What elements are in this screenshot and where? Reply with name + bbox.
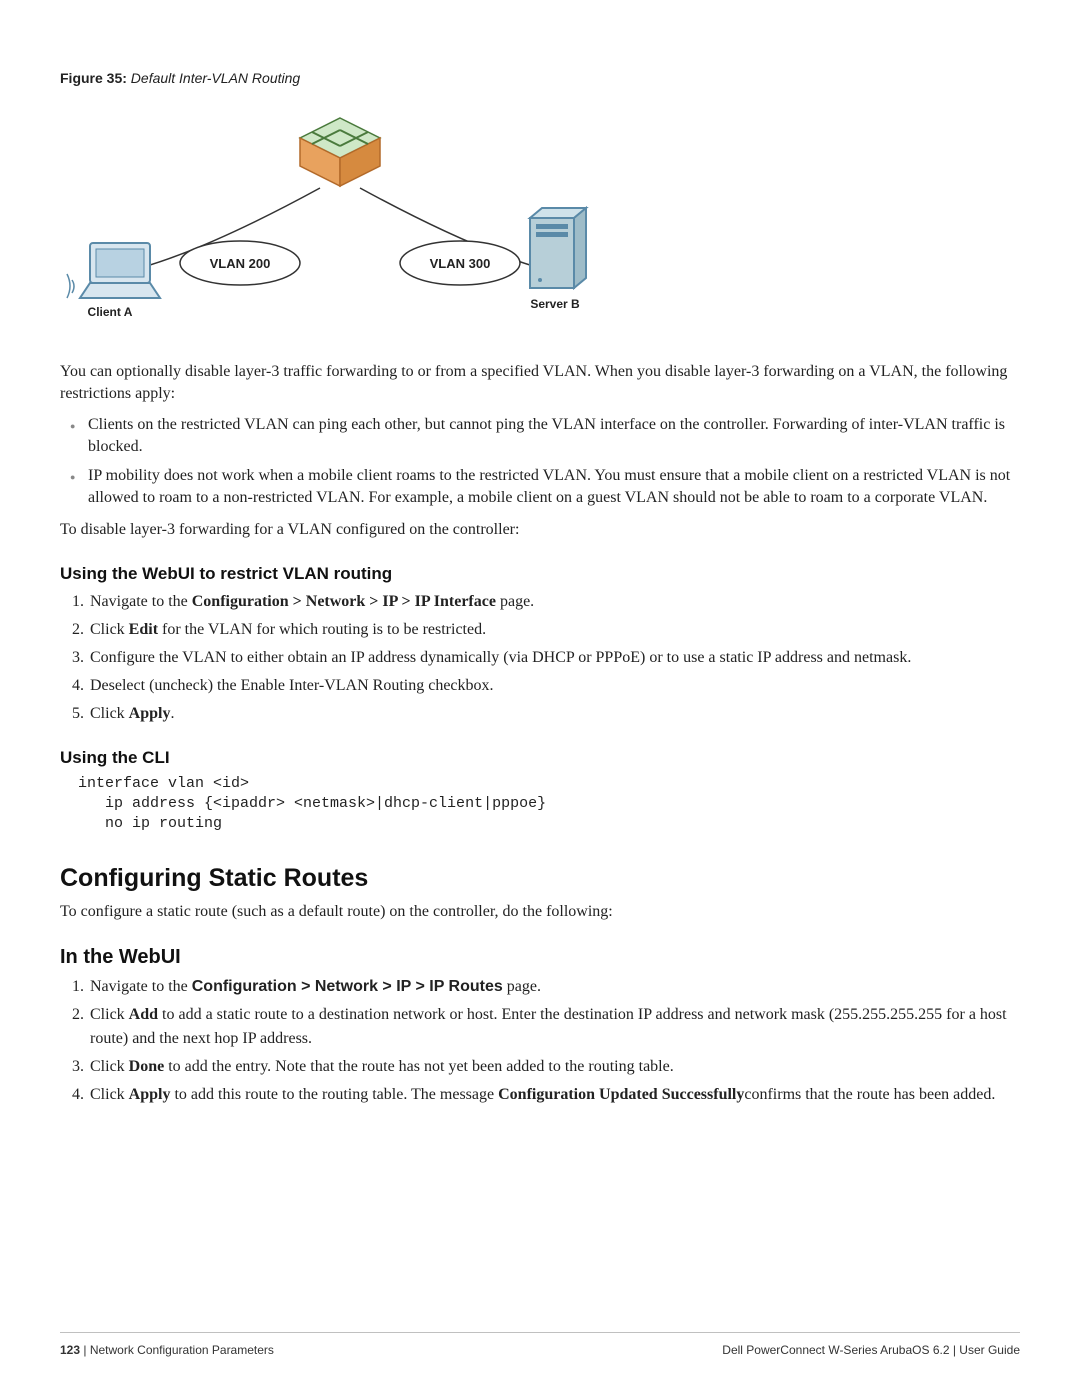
vlan-diagram-icon: VLAN 200 VLAN 300 Client A Server B (60, 98, 620, 328)
page-number: 123 (60, 1343, 80, 1357)
intro-paragraph: You can optionally disable layer-3 traff… (60, 361, 1020, 406)
figure-title: Default Inter-VLAN Routing (131, 70, 300, 86)
doc-type: User Guide (959, 1343, 1020, 1357)
footer-left: 123 | Network Configuration Parameters (60, 1343, 274, 1357)
heading-config-static: Configuring Static Routes (60, 864, 1020, 893)
heading-using-cli: Using the CLI (60, 748, 1020, 768)
static-intro: To configure a static route (such as a d… (60, 901, 1020, 923)
heading-in-webui: In the WebUI (60, 946, 1020, 969)
content-area: Figure 35: Default Inter-VLAN Routing (60, 60, 1020, 1302)
static-steps: Navigate to the Configuration > Network … (60, 975, 1020, 1107)
restriction-list: Clients on the restricted VLAN can ping … (60, 414, 1020, 510)
heading-webui-restrict: Using the WebUI to restrict VLAN routing (60, 564, 1020, 584)
chapter-name: Network Configuration Parameters (90, 1343, 274, 1357)
vlan-200-label: VLAN 200 (210, 256, 271, 271)
list-item: Click Edit for the VLAN for which routin… (88, 618, 1020, 642)
list-item: Navigate to the Configuration > Network … (88, 590, 1020, 614)
client-a-label: Client A (88, 305, 133, 319)
list-item: Deselect (uncheck) the Enable Inter-VLAN… (88, 674, 1020, 698)
server-b-label: Server B (530, 297, 580, 311)
list-item: Navigate to the Configuration > Network … (88, 975, 1020, 999)
page-footer: 123 | Network Configuration Parameters D… (60, 1332, 1020, 1357)
vlan-300-label: VLAN 300 (430, 256, 491, 271)
list-item: Clients on the restricted VLAN can ping … (88, 414, 1020, 459)
disable-intro: To disable layer-3 forwarding for a VLAN… (60, 519, 1020, 541)
list-item: Click Done to add the entry. Note that t… (88, 1055, 1020, 1079)
figure-caption: Figure 35: Default Inter-VLAN Routing (60, 70, 1020, 86)
footer-right: Dell PowerConnect W-Series ArubaOS 6.2 |… (722, 1343, 1020, 1357)
product-name: Dell PowerConnect W-Series ArubaOS 6.2 (722, 1343, 949, 1357)
cli-block: interface vlan <id> ip address {<ipaddr>… (78, 774, 1020, 835)
figure-label: Figure 35: (60, 70, 127, 86)
webui-steps: Navigate to the Configuration > Network … (60, 590, 1020, 726)
page: Figure 35: Default Inter-VLAN Routing (0, 0, 1080, 1397)
list-item: Click Apply to add this route to the rou… (88, 1083, 1020, 1107)
list-item: Configure the VLAN to either obtain an I… (88, 646, 1020, 670)
list-item: Click Apply. (88, 702, 1020, 726)
list-item: Click Add to add a static route to a des… (88, 1003, 1020, 1051)
list-item: IP mobility does not work when a mobile … (88, 465, 1020, 510)
